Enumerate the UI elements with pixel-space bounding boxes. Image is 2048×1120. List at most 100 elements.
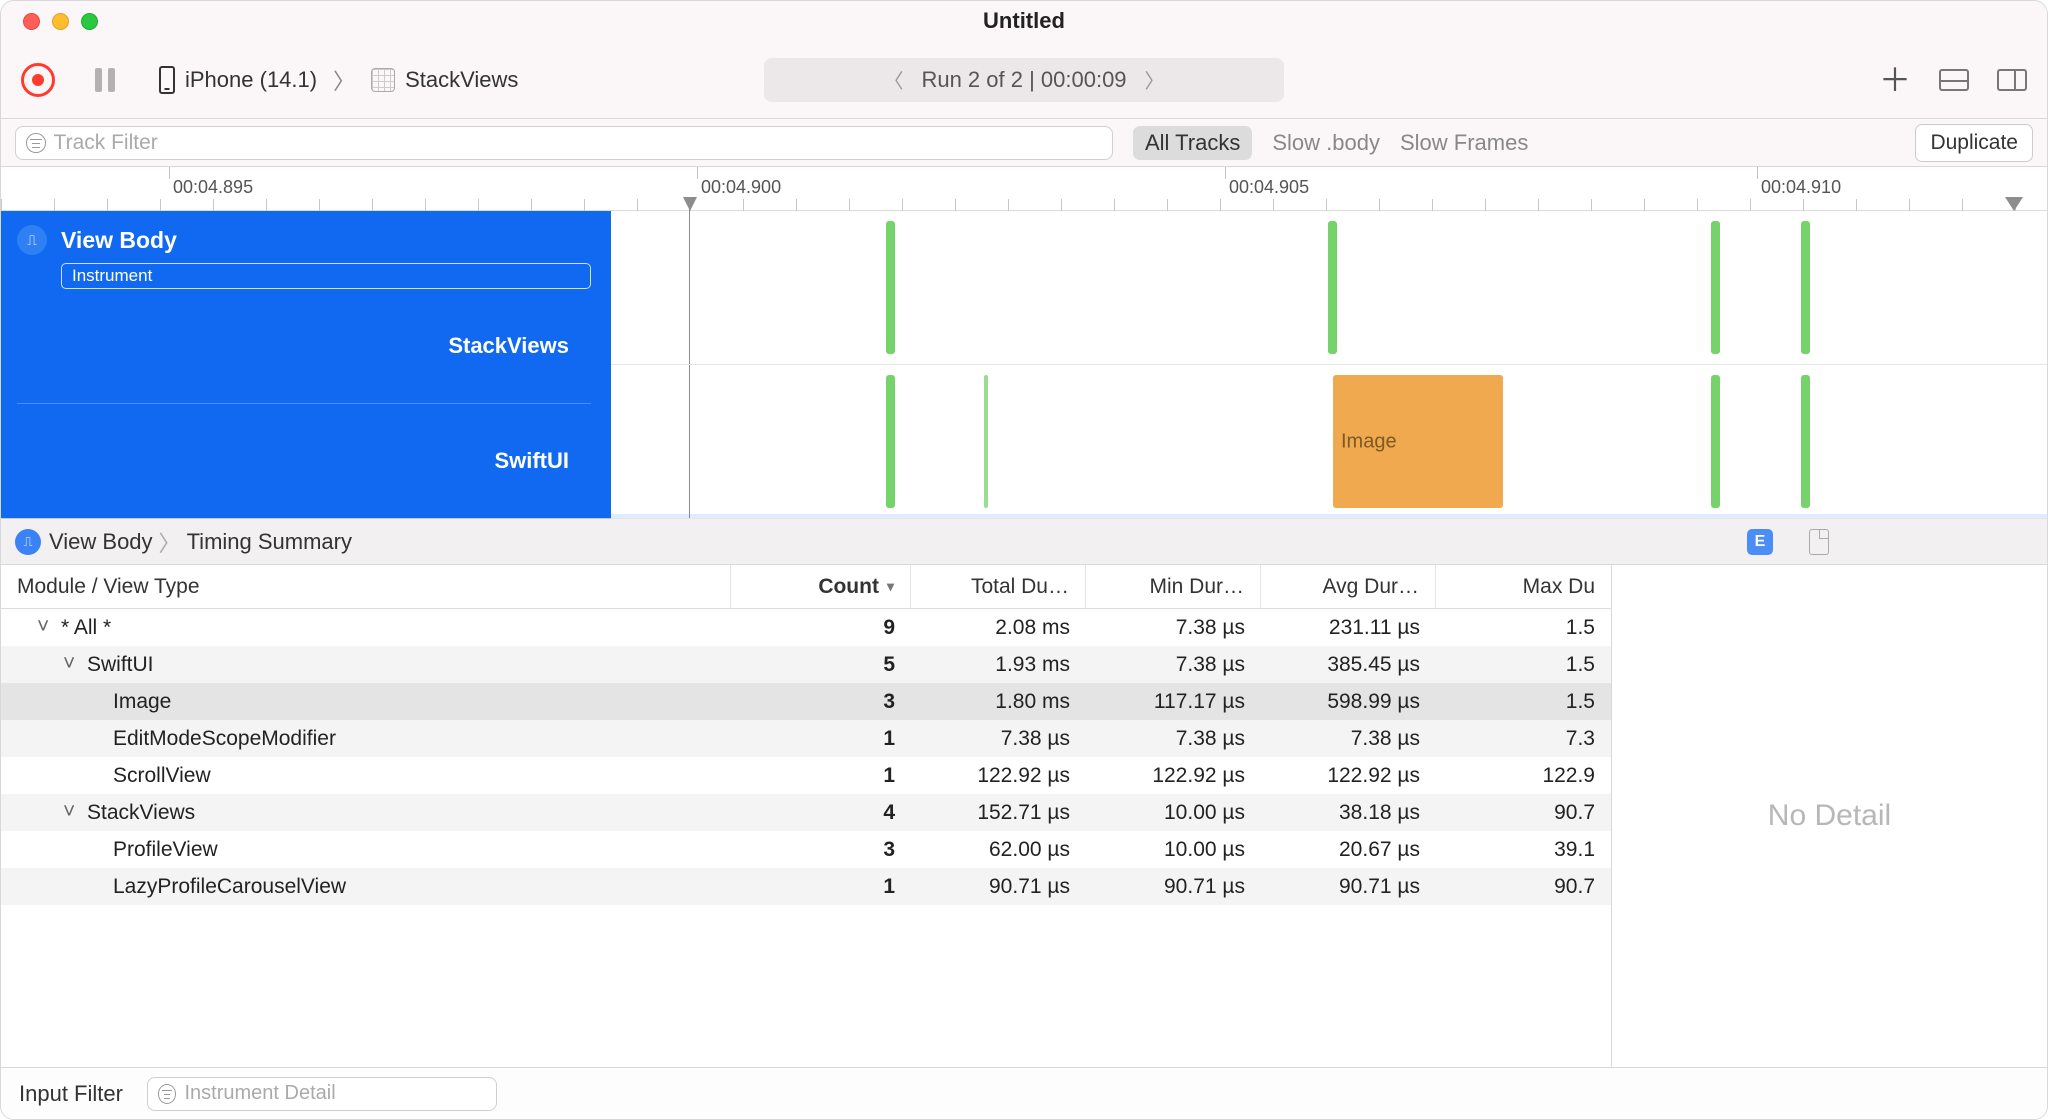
table-row[interactable]: ProfileView362.00 µs10.00 µs20.67 µs39.1 xyxy=(1,831,1611,868)
event[interactable] xyxy=(984,375,988,508)
disclosure-icon[interactable]: ˅ xyxy=(37,615,55,639)
device-icon xyxy=(159,66,175,94)
crumb-timing-summary[interactable]: Timing Summary xyxy=(187,529,352,555)
toggle-inspector-button[interactable] xyxy=(1997,69,2027,91)
track-filter-segments: All Tracks Slow .body Slow Frames xyxy=(1133,126,1528,160)
table-row[interactable]: LazyProfileCarouselView190.71 µs90.71 µs… xyxy=(1,868,1611,905)
event[interactable] xyxy=(1801,221,1810,354)
table-row[interactable]: ˅* All *92.08 ms7.38 µs231.11 µs1.5 xyxy=(1,609,1611,646)
lane-label-stackviews: StackViews xyxy=(17,289,591,403)
event[interactable] xyxy=(1801,375,1810,508)
col-max[interactable]: Max Du xyxy=(1436,565,1611,608)
chevron-right-icon: 〉 xyxy=(333,64,355,96)
table-row[interactable]: Image31.80 ms117.17 µs598.99 µs1.5 xyxy=(1,683,1611,720)
input-filter-bar: Input Filter xyxy=(1,1067,2047,1119)
col-min[interactable]: Min Dur… xyxy=(1086,565,1261,608)
detail-filter-input[interactable] xyxy=(184,1082,485,1105)
track-body[interactable]: Image xyxy=(611,211,2047,518)
col-count[interactable]: Count▾ xyxy=(731,565,911,608)
event[interactable] xyxy=(886,221,895,354)
detail-filter-field[interactable] xyxy=(147,1077,497,1111)
instrument-icon: ⎍ xyxy=(17,225,47,255)
pause-button[interactable] xyxy=(95,68,119,92)
lane-stackviews[interactable] xyxy=(611,211,2047,365)
row-name: LazyProfileCarouselView xyxy=(113,875,346,899)
segment-slow-frames[interactable]: Slow Frames xyxy=(1400,130,1528,156)
row-name: EditModeScopeModifier xyxy=(113,727,336,751)
cell-count: 9 xyxy=(731,616,911,640)
inspector-pane: No Detail xyxy=(1612,565,2047,1067)
inspector-tabs: E xyxy=(1543,529,2033,555)
add-instrument-button[interactable]: ＋ xyxy=(1879,64,1911,96)
next-run-button[interactable]: 〉 xyxy=(1127,65,1183,94)
cell-count: 5 xyxy=(731,653,911,677)
row-name: Image xyxy=(113,690,171,714)
event[interactable] xyxy=(1328,221,1337,354)
cell-min: 7.38 µs xyxy=(1086,616,1261,640)
cell-max: 90.7 xyxy=(1436,875,1611,899)
disclosure-icon[interactable]: ˅ xyxy=(63,652,81,676)
col-module[interactable]: Module / View Type xyxy=(1,565,731,608)
lane-swiftui[interactable]: Image xyxy=(611,365,2047,519)
toolbar-right: ＋ xyxy=(1879,64,2027,96)
segment-slow-body[interactable]: Slow .body xyxy=(1272,130,1380,156)
cell-min: 7.38 µs xyxy=(1086,653,1261,677)
ruler-tick-label: 00:04.905 xyxy=(1229,177,1309,198)
event[interactable] xyxy=(1711,375,1720,508)
crumb-view-body[interactable]: View Body xyxy=(49,529,153,555)
filter-icon xyxy=(158,1084,177,1104)
track-filter-field[interactable] xyxy=(15,126,1113,160)
duplicate-button[interactable]: Duplicate xyxy=(1915,124,2033,162)
record-button[interactable] xyxy=(21,63,55,97)
event-image[interactable]: Image xyxy=(1333,375,1503,508)
timeline[interactable]: 00:04.895 00:04.900 00:04.905 00:04.910 … xyxy=(1,167,2047,519)
track-title: View Body xyxy=(61,227,177,254)
table-row[interactable]: ˅StackViews4152.71 µs10.00 µs38.18 µs90.… xyxy=(1,794,1611,831)
cell-max: 39.1 xyxy=(1436,838,1611,862)
detail-area: Module / View Type Count▾ Total Du… Min … xyxy=(1,565,2047,1067)
cell-count: 1 xyxy=(731,875,911,899)
track-filter-input[interactable] xyxy=(54,131,1102,155)
timeline-scrollbar[interactable] xyxy=(611,514,2047,518)
cell-min: 10.00 µs xyxy=(1086,801,1261,825)
track-filter-bar: All Tracks Slow .body Slow Frames Duplic… xyxy=(1,119,2047,167)
time-ruler[interactable]: 00:04.895 00:04.900 00:04.905 00:04.910 xyxy=(1,167,2047,211)
toggle-detail-pane-button[interactable] xyxy=(1939,69,1969,91)
event[interactable] xyxy=(886,375,895,508)
cell-max: 7.3 xyxy=(1436,727,1611,751)
timing-table: Module / View Type Count▾ Total Du… Min … xyxy=(1,565,1612,1067)
run-selector[interactable]: 〈 Run 2 of 2 | 00:00:09 〉 xyxy=(764,58,1284,102)
prev-run-button[interactable]: 〈 xyxy=(865,65,921,94)
table-row[interactable]: ScrollView1122.92 µs122.92 µs122.92 µs12… xyxy=(1,757,1611,794)
disclosure-icon[interactable]: ˅ xyxy=(63,800,81,824)
cell-avg: 122.92 µs xyxy=(1261,764,1436,788)
cell-min: 7.38 µs xyxy=(1086,727,1261,751)
table-body: ˅* All *92.08 ms7.38 µs231.11 µs1.5˅Swif… xyxy=(1,609,1611,1067)
segment-all-tracks[interactable]: All Tracks xyxy=(1133,126,1252,160)
col-avg[interactable]: Avg Dur… xyxy=(1261,565,1436,608)
row-name: SwiftUI xyxy=(87,653,154,677)
target-selector[interactable]: iPhone (14.1) 〉 StackViews xyxy=(159,64,518,96)
cell-min: 10.00 µs xyxy=(1086,838,1261,862)
cell-avg: 38.18 µs xyxy=(1261,801,1436,825)
run-info-tab[interactable] xyxy=(1809,529,1829,555)
row-name: ProfileView xyxy=(113,838,218,862)
table-row[interactable]: EditModeScopeModifier17.38 µs7.38 µs7.38… xyxy=(1,720,1611,757)
no-detail-label: No Detail xyxy=(1768,799,1891,833)
table-row[interactable]: ˅SwiftUI51.93 ms7.38 µs385.45 µs1.5 xyxy=(1,646,1611,683)
cell-total: 62.00 µs xyxy=(911,838,1086,862)
device-label: iPhone (14.1) xyxy=(185,67,317,93)
cell-avg: 385.45 µs xyxy=(1261,653,1436,677)
cell-total: 7.38 µs xyxy=(911,727,1086,751)
extended-detail-tab[interactable]: E xyxy=(1747,529,1773,555)
cell-max: 122.9 xyxy=(1436,764,1611,788)
run-label: Run 2 of 2 | 00:00:09 xyxy=(921,67,1126,93)
cell-avg: 231.11 µs xyxy=(1261,616,1436,640)
cell-total: 1.93 ms xyxy=(911,653,1086,677)
table-header: Module / View Type Count▾ Total Du… Min … xyxy=(1,565,1611,609)
row-name: ScrollView xyxy=(113,764,211,788)
cell-total: 152.71 µs xyxy=(911,801,1086,825)
col-total[interactable]: Total Du… xyxy=(911,565,1086,608)
track-header[interactable]: ⎍ View Body Instrument StackViews SwiftU… xyxy=(1,211,611,518)
event[interactable] xyxy=(1711,221,1720,354)
